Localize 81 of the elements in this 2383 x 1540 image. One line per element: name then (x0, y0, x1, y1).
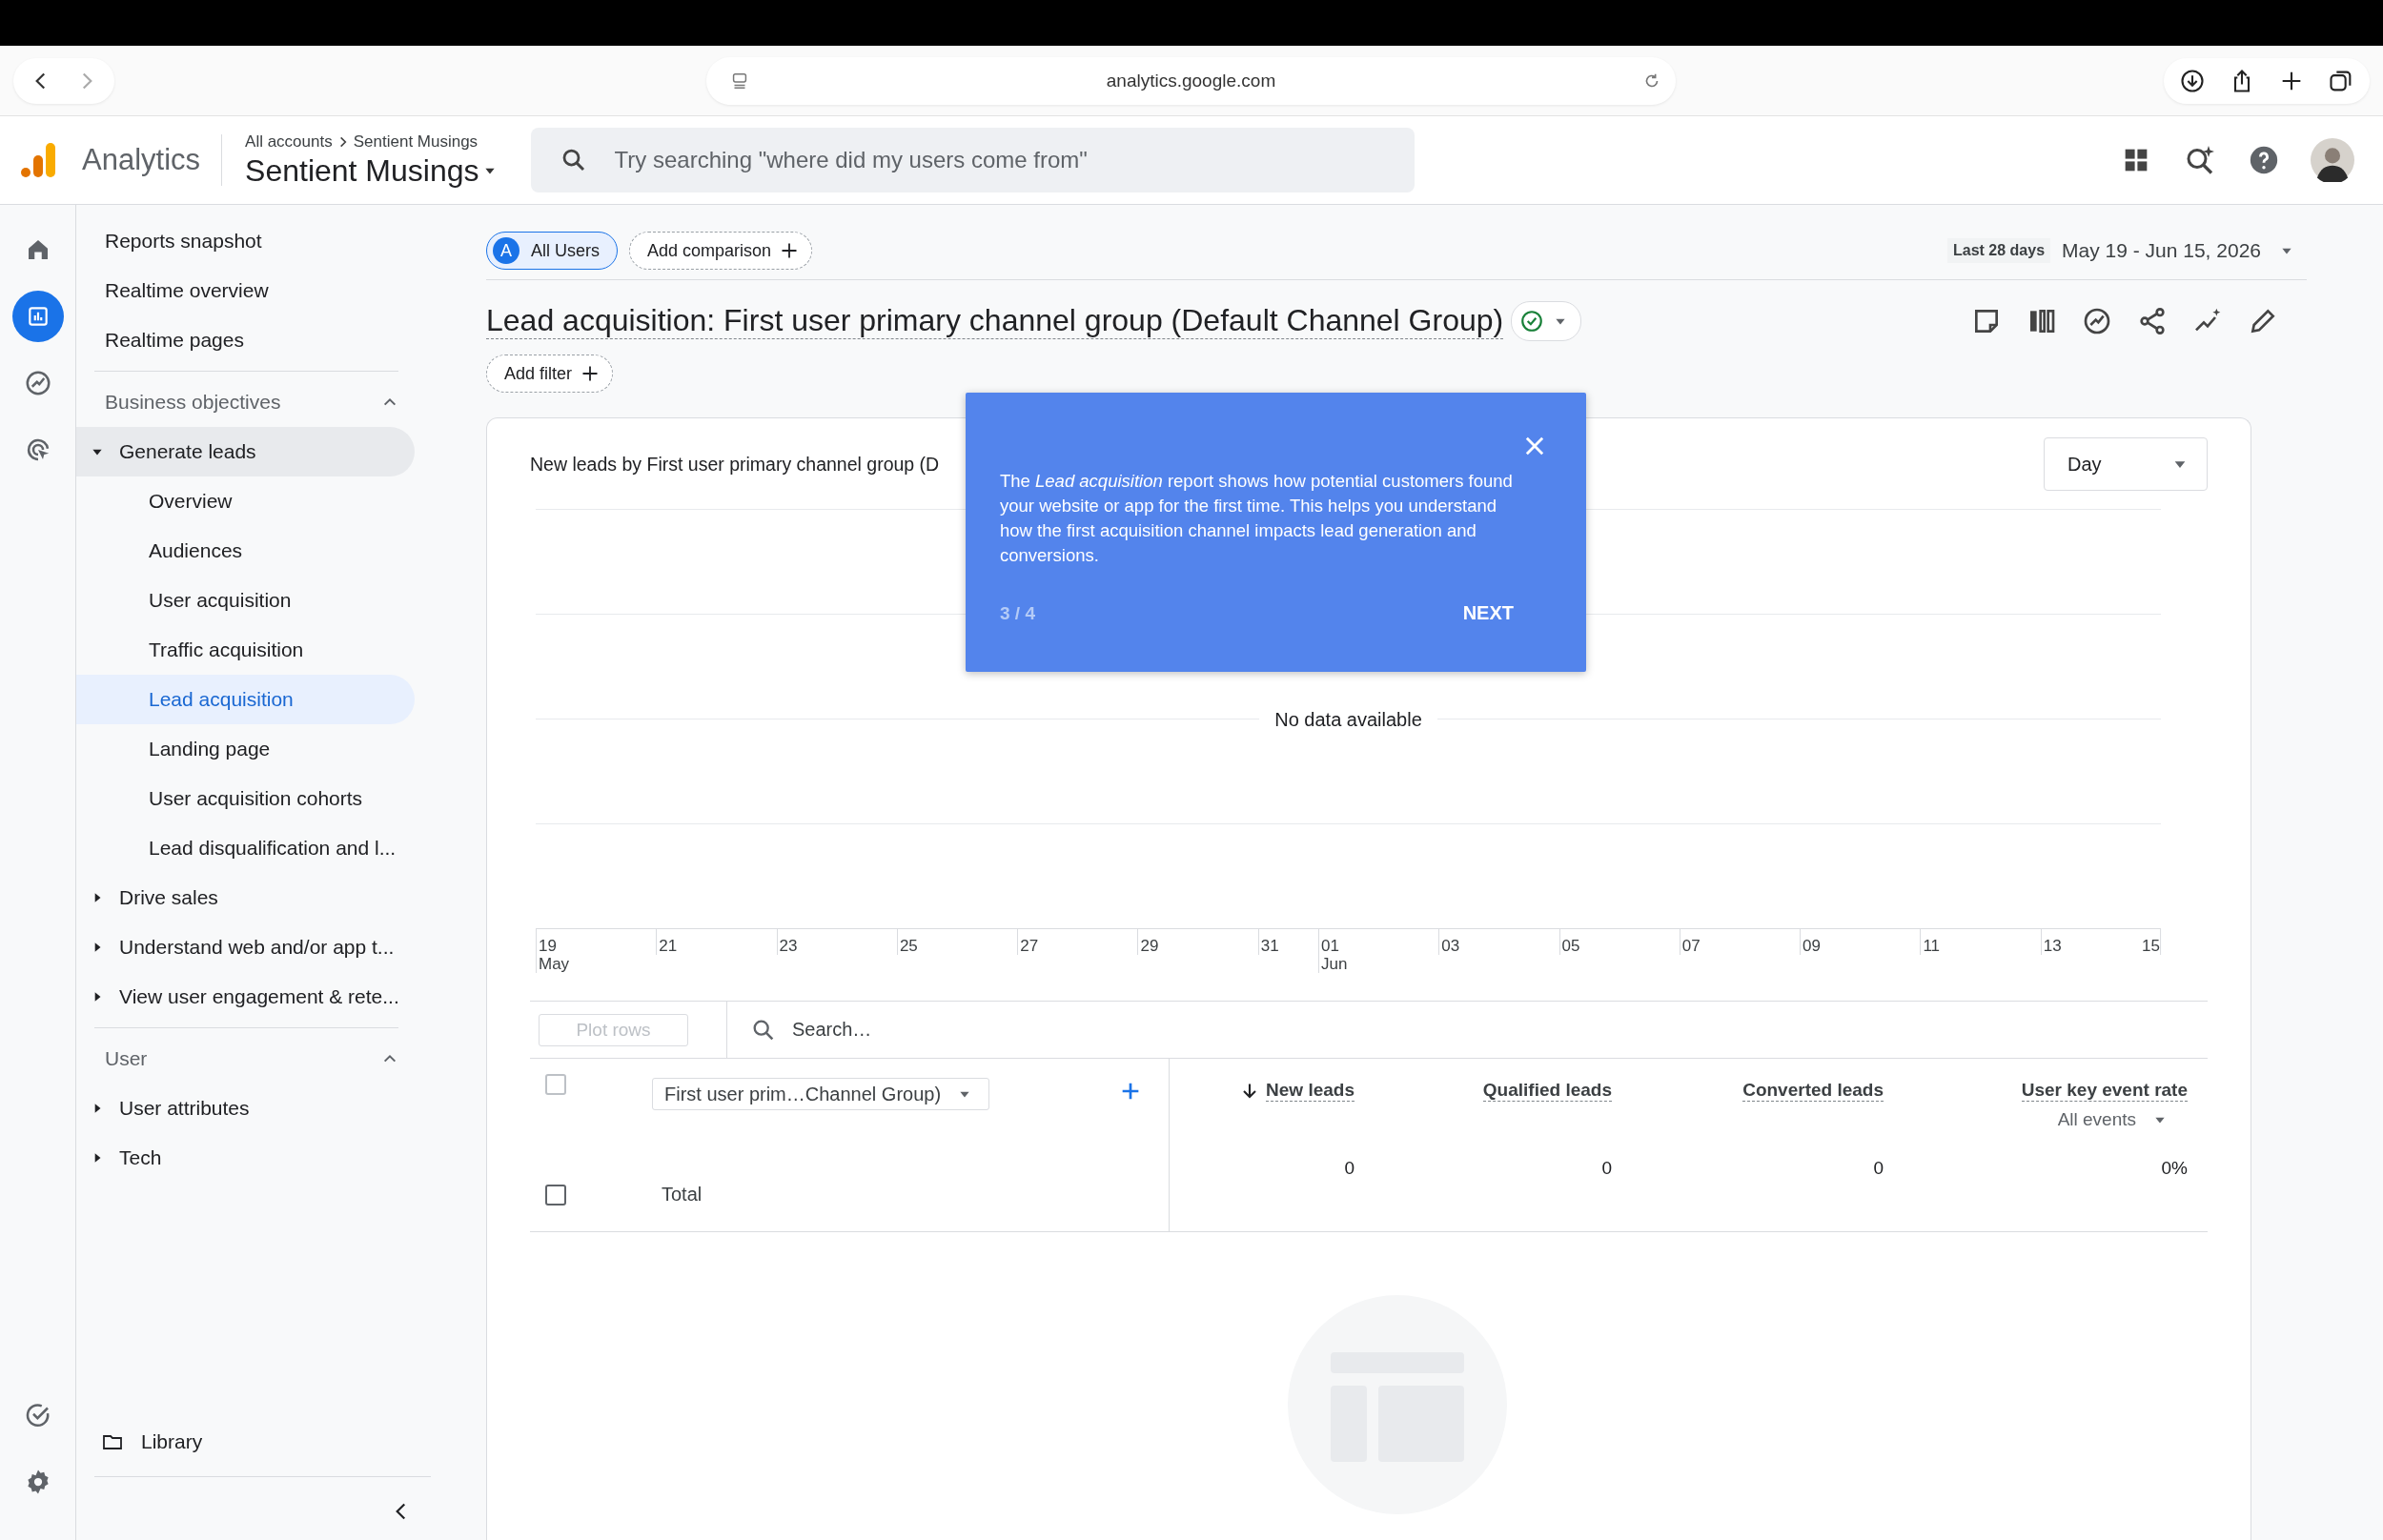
add-comparison-button[interactable]: Add comparison (629, 232, 813, 270)
step-counter: 3 / 4 (1000, 602, 1035, 624)
nav-item[interactable]: Audiences (76, 526, 415, 576)
axis-label: 09 (1802, 937, 1822, 955)
popover-text: The Lead acquisition report shows how potential customers found your website or app for the first time. This helps you understand how the first acquisition channel impacts lead generation and conversions. (1000, 470, 1514, 567)
date-range-picker[interactable]: May 19 - Jun 15, 2026 (2062, 239, 2307, 262)
axis-label: 25 (898, 937, 918, 955)
nav-item[interactable]: Reports snapshot (76, 216, 415, 266)
nav-group[interactable]: Tech (76, 1133, 415, 1183)
column-header[interactable]: New leads (1241, 1080, 1354, 1102)
analytics-logo-icon[interactable] (19, 141, 57, 179)
table-cell: 0 (1344, 1158, 1354, 1179)
check-circle-icon (1519, 309, 1545, 334)
status-dropdown[interactable] (1511, 301, 1582, 341)
add-dimension-icon[interactable] (1121, 1082, 1140, 1101)
axis-label: May (538, 955, 570, 973)
table-cell: 0% (2161, 1158, 2188, 1179)
axis-label: 13 (2042, 937, 2062, 955)
column-header[interactable]: User key event rate (2021, 1080, 2188, 1102)
download-icon[interactable] (2179, 67, 2206, 94)
axis-label: 05 (1560, 937, 1580, 955)
nav-item[interactable]: User acquisition (76, 576, 415, 625)
address-bar[interactable]: analytics.google.com (706, 57, 1676, 105)
axis-label: 11 (1922, 937, 1941, 955)
help-icon[interactable] (2248, 144, 2280, 176)
next-button[interactable]: NEXT (1462, 602, 1514, 624)
axis-label: 31 (1259, 937, 1279, 955)
row-checkbox[interactable] (545, 1184, 566, 1206)
axis-label: 19 (538, 937, 558, 955)
url-text: analytics.google.com (1106, 71, 1276, 91)
library-item[interactable]: Library (76, 1417, 415, 1467)
plus-icon (781, 242, 799, 259)
nav-item[interactable]: Lead acquisition (76, 675, 415, 724)
product-name: Analytics (82, 143, 201, 177)
nav-group[interactable]: Drive sales (76, 873, 415, 922)
nav-item[interactable]: User acquisition cohorts (76, 774, 415, 823)
column-header[interactable]: Converted leads (1742, 1080, 1884, 1102)
plus-icon (581, 365, 600, 382)
report-title: Lead acquisition: First user primary channel group (Default Channel Group) (486, 303, 1504, 339)
avatar-icon[interactable] (2311, 138, 2354, 182)
nav-item[interactable]: Lead disqualification and l... (76, 823, 415, 873)
nav-rail-button[interactable] (11, 291, 64, 342)
table-search-field[interactable]: Search… (790, 1001, 2208, 1059)
add-filter-button[interactable]: Add filter (486, 355, 614, 393)
search-field[interactable]: Try searching "where did my users come from" (530, 128, 1415, 192)
date-preset-label: Last 28 days (1946, 238, 2051, 263)
nav-item[interactable]: Traffic acquisition (76, 625, 415, 675)
share-icon[interactable] (2137, 306, 2168, 336)
arrow-down-icon (1241, 1082, 1259, 1100)
nav-item[interactable]: Realtime pages (76, 315, 415, 365)
dimension-dropdown[interactable]: First user prim…Channel Group) (652, 1078, 989, 1110)
column-header[interactable]: Qualified leads (1482, 1080, 1612, 1102)
axis-label: 23 (778, 937, 798, 955)
total-label: Total (662, 1184, 703, 1206)
axis-label: 15 (2141, 937, 2160, 955)
nav-group[interactable]: User attributes (76, 1084, 415, 1133)
table-cell: 0 (1873, 1158, 1884, 1179)
nav-item[interactable]: Landing page (76, 724, 415, 774)
section-header[interactable]: User (76, 1034, 415, 1084)
nav-item[interactable]: Overview (76, 476, 415, 526)
axis-label: 07 (1680, 937, 1701, 955)
axis-label: 29 (1139, 937, 1159, 955)
nav-item[interactable]: Realtime overview (76, 266, 415, 315)
breadcrumb-link[interactable]: All accounts (245, 132, 333, 152)
insights-icon[interactable] (2082, 306, 2112, 336)
section-header[interactable]: Business objectives (76, 377, 415, 427)
axis-label: 01 (1319, 937, 1340, 955)
event-filter-dropdown[interactable]: All events (2057, 1109, 2167, 1130)
axis-label: 27 (1019, 937, 1039, 955)
axis-label: 21 (658, 937, 678, 955)
interval-dropdown[interactable]: Day (2044, 437, 2208, 491)
chart-title: New leads by First user primary channel group (D (530, 453, 940, 476)
breadcrumb-link[interactable]: Sentient Musings (353, 132, 479, 152)
axis-label: Jun (1319, 955, 1348, 973)
property-selector[interactable]: Sentient Musings (245, 152, 497, 189)
nav-group[interactable]: View user engagement & rete... (76, 972, 415, 1022)
table-cell: 0 (1601, 1158, 1612, 1179)
axis-label: 03 (1440, 937, 1460, 955)
nav-group[interactable]: Generate leads (76, 427, 415, 476)
nav-group[interactable]: Understand web and/or app t... (76, 922, 415, 972)
segment-chip[interactable]: A All Users (486, 232, 618, 270)
